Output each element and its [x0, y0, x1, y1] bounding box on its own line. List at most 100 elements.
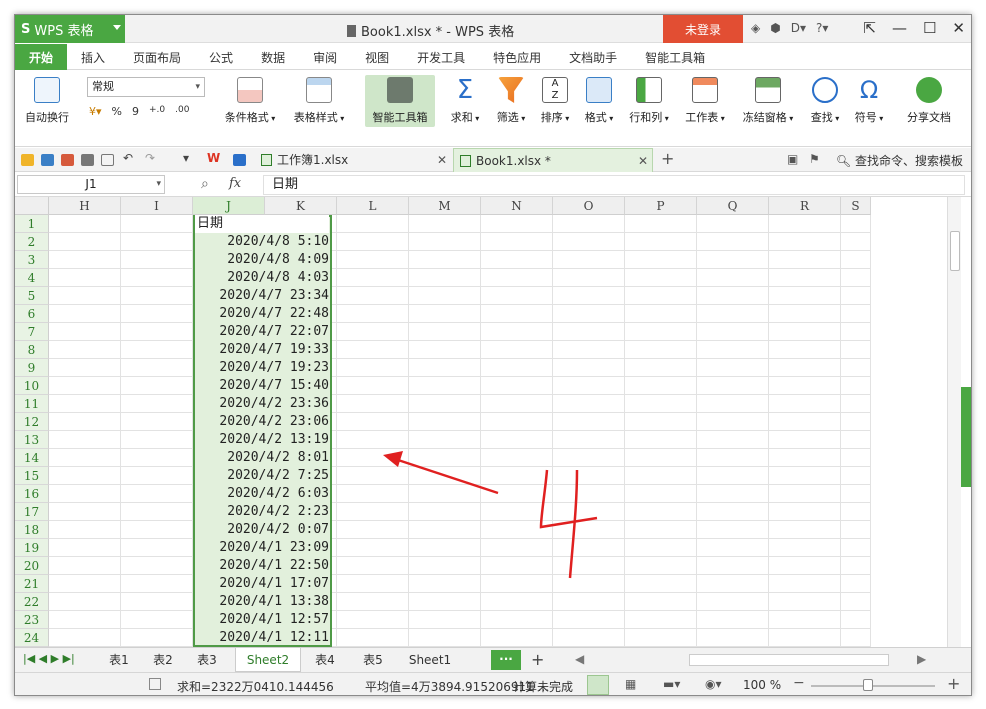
grid-cell[interactable] — [409, 341, 481, 359]
grid-cell[interactable] — [769, 449, 841, 467]
grid-cell[interactable] — [769, 413, 841, 431]
formula-input[interactable]: 日期 — [263, 175, 965, 195]
ribbon-tab[interactable]: 文档助手 — [555, 44, 631, 70]
grid-cell[interactable] — [121, 413, 193, 431]
row-header[interactable]: 2 — [15, 233, 49, 251]
grid-cell[interactable] — [49, 215, 121, 233]
ribbon-tab[interactable]: 公式 — [195, 44, 247, 70]
row-header[interactable]: 21 — [15, 575, 49, 593]
date-cell[interactable]: 2020/4/2 8:01 — [195, 449, 331, 467]
grid-cell[interactable] — [49, 629, 121, 647]
more-sheets-button[interactable]: ··· — [491, 650, 521, 670]
grid-cell[interactable] — [337, 629, 409, 647]
grid-cell[interactable] — [697, 503, 769, 521]
open-folder-icon[interactable] — [21, 154, 34, 166]
grid-cell[interactable] — [409, 539, 481, 557]
grid-cell[interactable] — [553, 539, 625, 557]
find-button[interactable]: 查找 — [805, 77, 845, 125]
grid-cell[interactable] — [409, 449, 481, 467]
grid-cell[interactable] — [121, 431, 193, 449]
grid-cell[interactable] — [409, 305, 481, 323]
grid-cell[interactable] — [49, 593, 121, 611]
grid-cell[interactable] — [841, 467, 871, 485]
increase-decimal-icon[interactable]: +.0 — [149, 105, 165, 118]
grid-cell[interactable] — [697, 233, 769, 251]
grid-cell[interactable] — [697, 557, 769, 575]
date-cell[interactable]: 2020/4/1 12:57 — [195, 611, 331, 629]
horizontal-scrollbar[interactable] — [689, 654, 889, 666]
share-doc-button[interactable]: 分享文档 — [899, 77, 959, 125]
column-header[interactable]: S — [841, 197, 871, 215]
grid-cell[interactable] — [49, 377, 121, 395]
grid-cell[interactable] — [697, 485, 769, 503]
grid-cell[interactable] — [697, 377, 769, 395]
date-cell[interactable]: 2020/4/1 22:50 — [195, 557, 331, 575]
grid-cell[interactable] — [841, 521, 871, 539]
ribbon-tab[interactable]: 开始 — [15, 44, 68, 70]
grid-cell[interactable] — [409, 611, 481, 629]
grid-cell[interactable] — [481, 233, 553, 251]
grid-cell[interactable] — [337, 215, 409, 233]
grid-cell[interactable] — [553, 341, 625, 359]
grid-cell[interactable] — [553, 287, 625, 305]
date-cell[interactable]: 2020/4/1 17:07 — [195, 575, 331, 593]
grid-cell[interactable] — [841, 341, 871, 359]
grid-cell[interactable] — [769, 611, 841, 629]
grid-cell[interactable] — [553, 485, 625, 503]
grid-cell[interactable] — [481, 629, 553, 647]
grid-cell[interactable] — [481, 377, 553, 395]
grid-cell[interactable] — [697, 305, 769, 323]
sheet-tab[interactable]: 表3 — [187, 648, 227, 672]
grid-cell[interactable] — [697, 431, 769, 449]
row-header[interactable]: 8 — [15, 341, 49, 359]
ribbon-tab[interactable]: 开发工具 — [403, 44, 479, 70]
row-header[interactable]: 13 — [15, 431, 49, 449]
number-format-select[interactable]: 常规 — [87, 77, 205, 97]
grid-cell[interactable] — [769, 503, 841, 521]
decrease-decimal-icon[interactable]: .00 — [175, 105, 189, 118]
grid-cell[interactable] — [49, 467, 121, 485]
grid-cell[interactable] — [337, 305, 409, 323]
normal-view-icon[interactable] — [587, 675, 609, 695]
grid-cell[interactable] — [697, 629, 769, 647]
grid-cell[interactable] — [49, 359, 121, 377]
row-header[interactable]: 24 — [15, 629, 49, 647]
grid-cell[interactable] — [769, 593, 841, 611]
column-header[interactable]: P — [625, 197, 697, 215]
sheet-tab[interactable]: 表1 — [99, 648, 139, 672]
grid-cell[interactable] — [409, 593, 481, 611]
grid-cell[interactable] — [625, 557, 697, 575]
column-header[interactable]: O — [553, 197, 625, 215]
grid-cell[interactable] — [697, 413, 769, 431]
sheet-tab[interactable]: 表5 — [353, 648, 393, 672]
grid-cell[interactable] — [841, 629, 871, 647]
grid-cell[interactable] — [409, 359, 481, 377]
grid-cell[interactable] — [697, 215, 769, 233]
grid-cell[interactable] — [625, 431, 697, 449]
grid-cell[interactable] — [121, 449, 193, 467]
grid-cell[interactable] — [841, 215, 871, 233]
grid-cell[interactable] — [769, 323, 841, 341]
grid-cell[interactable] — [769, 269, 841, 287]
grid-cell[interactable] — [697, 593, 769, 611]
grid-cell[interactable] — [409, 503, 481, 521]
grid-cell[interactable] — [49, 575, 121, 593]
date-cell[interactable]: 2020/4/7 19:23 — [195, 359, 331, 377]
grid-cell[interactable] — [697, 539, 769, 557]
grid-cell[interactable] — [841, 449, 871, 467]
grid-cell[interactable] — [769, 521, 841, 539]
date-cell[interactable]: 2020/4/8 4:09 — [195, 251, 331, 269]
grid-cell[interactable] — [481, 557, 553, 575]
row-header[interactable]: 6 — [15, 305, 49, 323]
grid-cell[interactable] — [121, 305, 193, 323]
grid-cell[interactable] — [553, 215, 625, 233]
grid-cell[interactable] — [841, 593, 871, 611]
grid-cell[interactable] — [769, 215, 841, 233]
grid-cell[interactable] — [769, 557, 841, 575]
grid-cell[interactable] — [697, 449, 769, 467]
date-cell[interactable]: 2020/4/1 13:38 — [195, 593, 331, 611]
grid-cell[interactable] — [49, 557, 121, 575]
grid-cell[interactable] — [841, 575, 871, 593]
grid-cell[interactable] — [841, 611, 871, 629]
grid-cell[interactable] — [121, 287, 193, 305]
